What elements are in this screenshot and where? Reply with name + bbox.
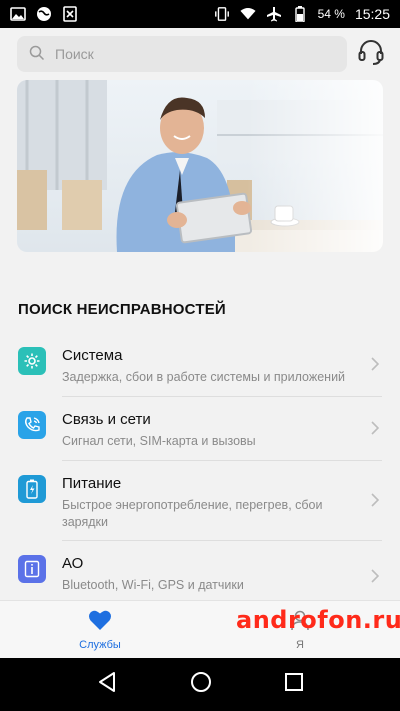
- banner-image: [17, 80, 383, 252]
- tab-label: Я: [296, 638, 304, 651]
- item-subtitle: Bluetooth, Wi-Fi, GPS и датчики: [62, 578, 244, 592]
- recents-button[interactable]: [284, 672, 304, 697]
- section-title: ПОИСК НЕИСПРАВНОСТЕЙ: [18, 301, 226, 318]
- item-subtitle: Сигнал сети, SIM-карта и вызовы: [62, 434, 256, 448]
- list-item-network[interactable]: Связь и сети Сигнал сети, SIM-карта и вы…: [0, 396, 400, 460]
- watermark-text: androfon.ru: [236, 606, 400, 634]
- headset-support-button[interactable]: [355, 38, 387, 70]
- recents-square-icon: [285, 673, 303, 691]
- chevron-right-icon: [371, 493, 380, 507]
- list-item-power[interactable]: Питание Быстрое энергопотребление, перег…: [0, 460, 400, 540]
- image-icon: [10, 6, 26, 22]
- heart-icon: [88, 609, 112, 636]
- list-item-system[interactable]: Система Задержка, сбои в работе системы …: [0, 332, 400, 396]
- item-title: АО: [62, 555, 84, 572]
- promo-banner[interactable]: [17, 80, 383, 252]
- chevron-right-icon: [371, 421, 380, 435]
- screen: 54 % 15:25 Поиск ПОИСК НЕИСПРАВНОСТЕЙ Си…: [0, 0, 400, 711]
- headset-icon: [357, 38, 385, 71]
- vibrate-icon: [214, 6, 230, 22]
- item-subtitle: Задержка, сбои в работе системы и прилож…: [62, 370, 346, 384]
- system-nav-bar: [0, 658, 400, 711]
- tab-services[interactable]: Службы: [0, 601, 200, 658]
- phone-wave-icon: [18, 411, 46, 439]
- tab-label: Службы: [79, 638, 121, 651]
- home-button[interactable]: [190, 671, 212, 698]
- wifi-icon: [240, 6, 256, 22]
- item-title: Связь и сети: [62, 411, 151, 428]
- globe-icon: [36, 6, 52, 22]
- info-icon: [18, 555, 46, 583]
- airplane-icon: [266, 6, 282, 22]
- sim-x-icon: [62, 6, 78, 22]
- gear-icon: [18, 347, 46, 375]
- search-icon: [29, 45, 45, 64]
- list-item-hardware[interactable]: АО Bluetooth, Wi-Fi, GPS и датчики: [0, 540, 400, 604]
- battery-icon: [292, 6, 308, 22]
- status-bar: 54 % 15:25: [0, 0, 400, 28]
- search-row: Поиск: [17, 36, 387, 72]
- back-triangle-icon: [99, 672, 115, 692]
- chevron-right-icon: [371, 569, 380, 583]
- search-placeholder: Поиск: [55, 46, 94, 62]
- item-subtitle: Быстрое энергопотребление, перегрев, сбо…: [62, 498, 323, 529]
- search-input[interactable]: Поиск: [17, 36, 347, 72]
- battery-charge-icon: [18, 475, 46, 503]
- troubleshoot-list: Система Задержка, сбои в работе системы …: [0, 332, 400, 604]
- item-title: Система: [62, 347, 123, 364]
- chevron-right-icon: [371, 357, 380, 371]
- back-button[interactable]: [96, 671, 118, 698]
- battery-percent: 54 %: [317, 7, 345, 21]
- item-title: Питание: [62, 475, 122, 492]
- home-circle-icon: [191, 672, 211, 692]
- clock: 15:25: [354, 6, 390, 22]
